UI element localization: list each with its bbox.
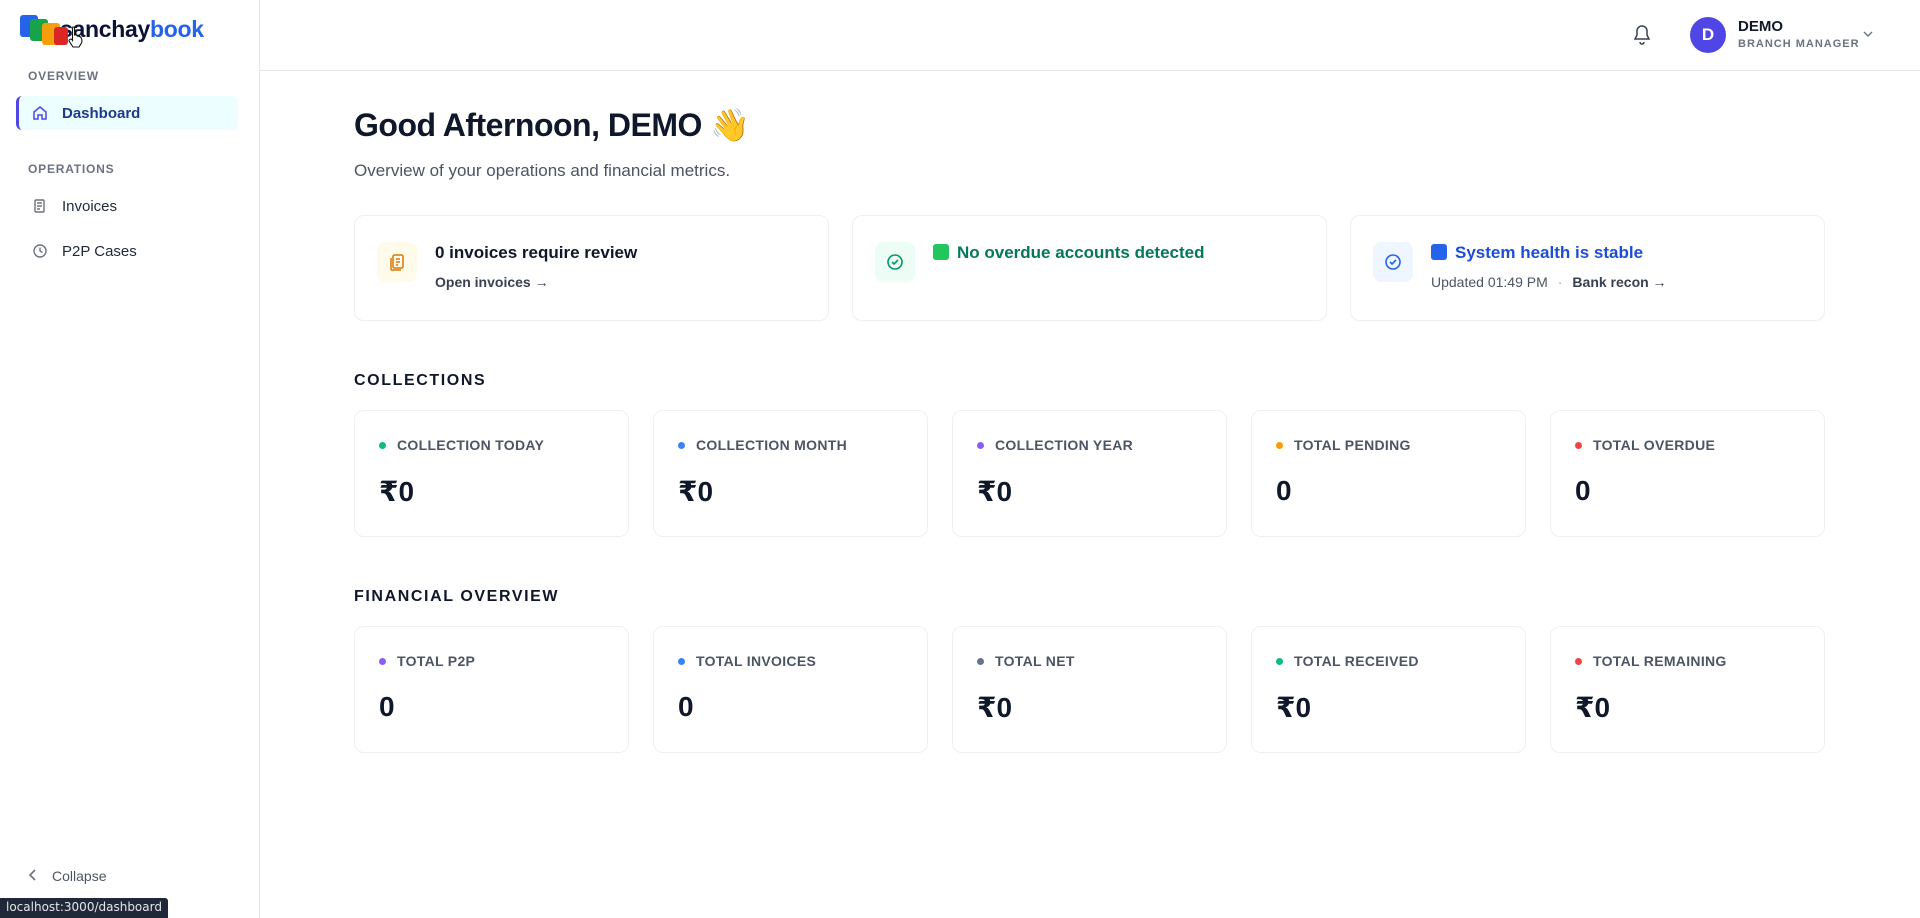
metric-value: ₹0 — [1276, 692, 1312, 723]
metric-value: ₹0 — [678, 476, 714, 507]
metric-card: TOTAL PENDING 0 — [1251, 410, 1526, 537]
sidebar-item-label: P2P Cases — [62, 242, 137, 260]
sidebar-item-dashboard[interactable]: Dashboard — [16, 96, 238, 130]
metric-card: COLLECTION TODAY ₹0 — [354, 410, 629, 537]
brand-logo[interactable]: sanchaybook — [20, 8, 204, 50]
section-label-operations: OPERATIONS — [28, 162, 115, 176]
open-invoices-link[interactable]: Open invoices → — [435, 274, 549, 290]
status-dot — [678, 441, 685, 449]
metric-value: ₹0 — [379, 476, 415, 507]
metric-label: TOTAL RECEIVED — [1294, 653, 1419, 669]
metric-label: COLLECTION TODAY — [397, 437, 545, 453]
metric-value: 0 — [1575, 475, 1591, 506]
metric-value: ₹0 — [977, 476, 1013, 507]
metric-card: TOTAL NET ₹0 — [952, 626, 1227, 753]
sidebar-item-label: Dashboard — [62, 104, 141, 122]
metric-value: 0 — [379, 691, 395, 722]
metric-label: COLLECTION YEAR — [995, 437, 1134, 453]
alert-title: System health is stable — [1431, 243, 1643, 263]
metric-card: TOTAL OVERDUE 0 — [1550, 410, 1825, 537]
metric-label: TOTAL P2P — [397, 653, 476, 669]
status-dot — [678, 657, 685, 665]
status-dot — [1276, 657, 1283, 665]
status-dot — [379, 657, 386, 665]
metric-card: TOTAL RECEIVED ₹0 — [1251, 626, 1526, 753]
clock-icon — [32, 243, 48, 259]
metric-value: 0 — [1276, 475, 1292, 506]
status-dot — [379, 441, 386, 449]
check-circle-icon — [1373, 242, 1413, 282]
separator-dot: · — [1557, 274, 1563, 290]
blue-square-icon — [1431, 244, 1447, 260]
sidebar-item-invoices[interactable]: Invoices — [16, 189, 238, 223]
status-dot — [977, 441, 984, 449]
alert-card-system-health: System health is stable Updated 01:49 PM… — [1350, 215, 1825, 321]
metric-label: TOTAL REMAINING — [1593, 653, 1727, 669]
alert-card-invoices-review: 0 invoices require review Open invoices … — [354, 215, 829, 321]
page-title: Good Afternoon, DEMO 👋 — [354, 107, 750, 143]
metric-label: TOTAL PENDING — [1294, 437, 1411, 453]
status-dot — [977, 657, 984, 665]
metric-value: ₹0 — [1575, 692, 1611, 723]
hand-cursor-icon — [68, 26, 83, 48]
avatar[interactable]: D — [1690, 17, 1726, 53]
alert-title: 0 invoices require review — [435, 243, 638, 262]
document-stack-icon — [377, 242, 417, 282]
metric-label: COLLECTION MONTH — [696, 437, 848, 453]
updated-time: Updated 01:49 PM — [1431, 274, 1548, 290]
home-icon — [32, 105, 48, 121]
metric-card: TOTAL P2P 0 — [354, 626, 629, 753]
metric-card: TOTAL INVOICES 0 — [653, 626, 928, 753]
metric-label: TOTAL OVERDUE — [1593, 437, 1716, 453]
chevron-left-icon — [28, 868, 38, 884]
financial-overview-heading: FINANCIAL OVERVIEW — [354, 588, 560, 605]
section-label-overview: OVERVIEW — [28, 69, 99, 83]
metric-value: 0 — [678, 691, 694, 722]
alert-title: No overdue accounts detected — [933, 243, 1205, 263]
sidebar-item-p2p-cases[interactable]: P2P Cases — [16, 234, 238, 268]
check-circle-icon — [875, 242, 915, 282]
collections-heading: COLLECTIONS — [354, 372, 487, 389]
collapse-button[interactable]: Collapse — [28, 868, 106, 884]
metric-label: TOTAL INVOICES — [696, 653, 817, 669]
bell-icon[interactable] — [1632, 24, 1652, 46]
bank-recon-link[interactable]: Bank recon → — [1572, 274, 1666, 290]
user-name[interactable]: DEMO — [1738, 18, 1783, 35]
sidebar-item-label: Invoices — [62, 197, 118, 215]
top-bar: D DEMO BRANCH MANAGER — [260, 0, 1920, 71]
check-box-icon — [933, 244, 949, 260]
alert-card-overdue: No overdue accounts detected — [852, 215, 1327, 321]
metric-card: COLLECTION MONTH ₹0 — [653, 410, 928, 537]
sidebar: sanchaybook OVERVIEW Dashboard OPERATION… — [0, 0, 260, 918]
status-dot — [1276, 441, 1283, 449]
metric-card: COLLECTION YEAR ₹0 — [952, 410, 1227, 537]
status-bar-url: localhost:3000/dashboard — [0, 898, 168, 918]
status-dot — [1575, 441, 1582, 449]
status-dot — [1575, 657, 1582, 665]
page-subtitle: Overview of your operations and financia… — [354, 161, 731, 180]
collapse-label: Collapse — [52, 868, 107, 884]
metric-label: TOTAL NET — [995, 653, 1075, 669]
metric-value: ₹0 — [977, 692, 1013, 723]
user-role: BRANCH MANAGER — [1738, 38, 1860, 50]
chevron-down-icon[interactable] — [1862, 28, 1874, 40]
metric-card: TOTAL REMAINING ₹0 — [1550, 626, 1825, 753]
invoice-icon — [32, 198, 48, 214]
